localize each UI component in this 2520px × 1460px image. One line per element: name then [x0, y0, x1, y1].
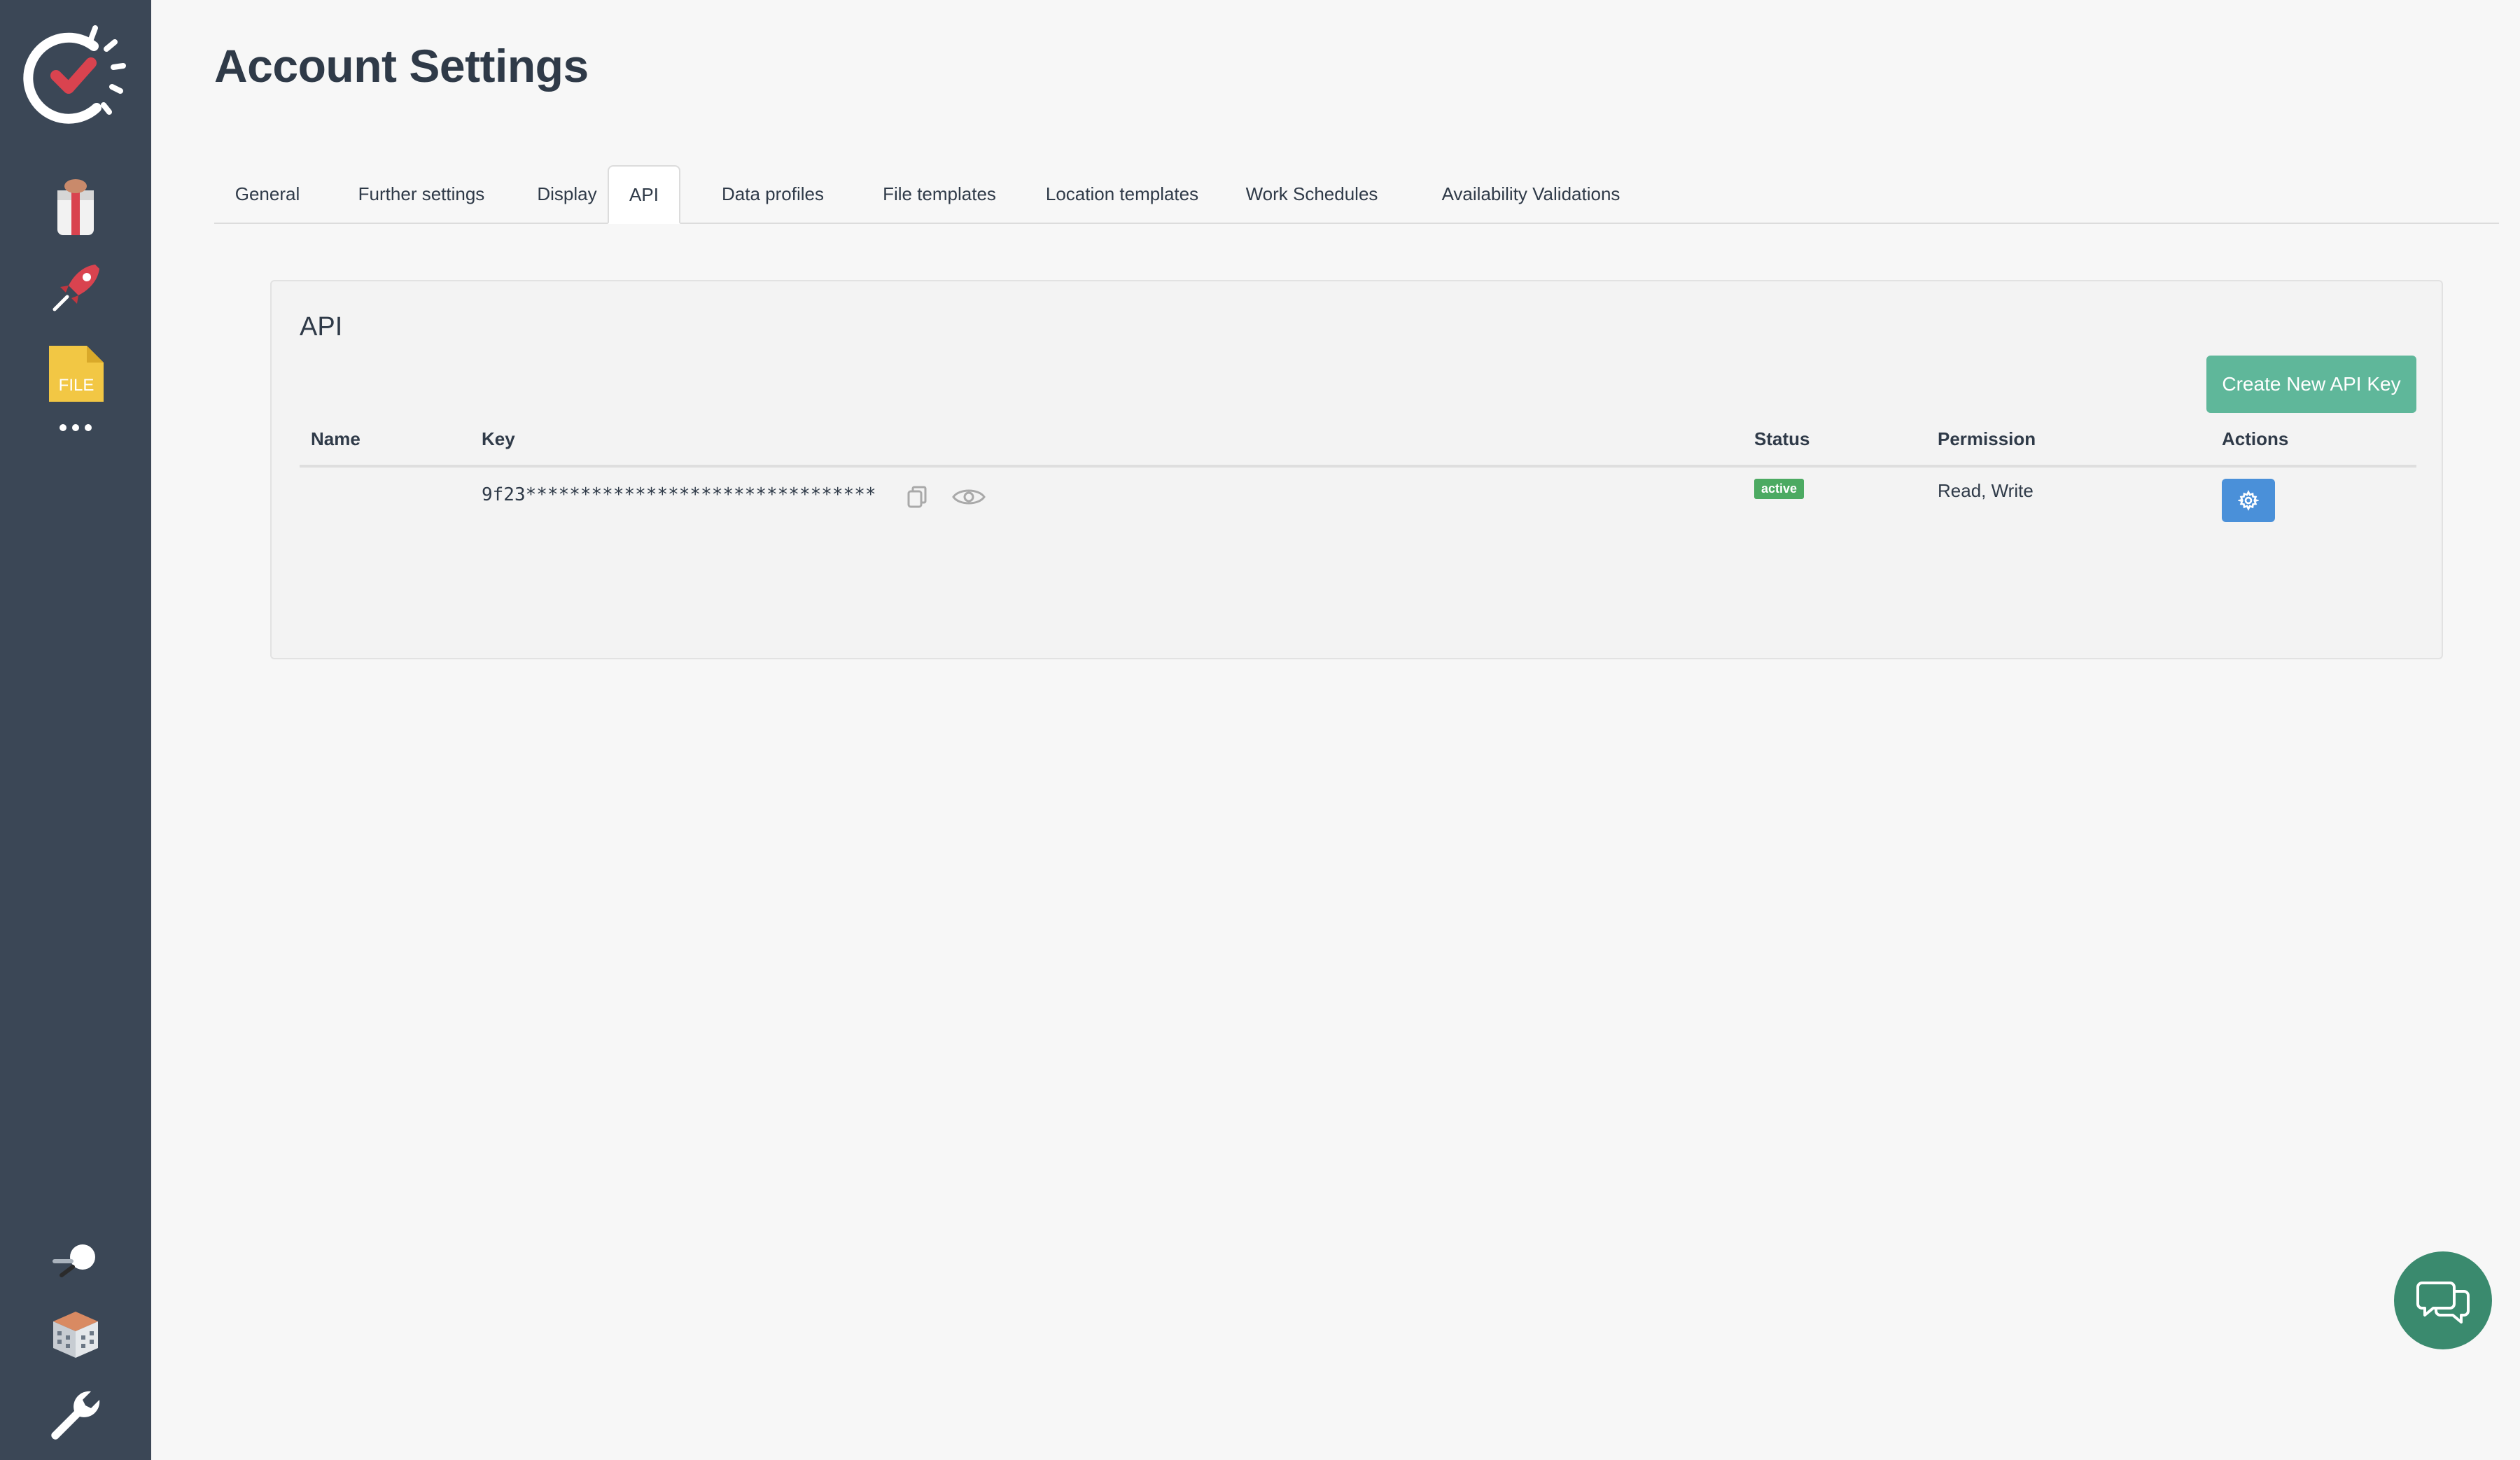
settings-tabs: General Further settings Display API Dat… — [214, 165, 2499, 224]
tab-data-profiles[interactable]: Data profiles — [692, 165, 854, 223]
gear-icon — [2238, 490, 2259, 511]
tab-display[interactable]: Display — [515, 165, 619, 223]
column-header-name: Name — [311, 428, 360, 449]
key-settings-button[interactable] — [2222, 479, 2275, 522]
tab-file-templates[interactable]: File templates — [850, 165, 1029, 223]
eye-icon[interactable] — [951, 483, 987, 511]
page-title: Account Settings — [214, 40, 589, 92]
file-icon[interactable]: FILE — [46, 344, 105, 403]
search-icon[interactable] — [50, 1239, 101, 1281]
table-header: Name Key Status Permission Actions — [300, 421, 2416, 468]
api-panel: API Create New API Key Name Key Status P… — [270, 280, 2443, 659]
app-root: FILE Account Settings General Further se… — [0, 0, 2520, 1460]
tab-further-settings[interactable]: Further settings — [329, 165, 514, 223]
permission-value: Read, Write — [1938, 480, 2033, 501]
panel-title: API — [300, 312, 343, 342]
rocket-icon[interactable] — [49, 259, 105, 315]
table-row: 9f23******************************** act… — [300, 468, 2416, 531]
more-icon[interactable] — [55, 417, 97, 438]
tab-availability-validations[interactable]: Availability Validations — [1382, 165, 1680, 223]
logo-icon[interactable] — [18, 18, 130, 130]
column-header-actions: Actions — [2222, 428, 2289, 449]
tab-general[interactable]: General — [214, 165, 321, 223]
column-header-status: Status — [1754, 428, 1810, 449]
copy-icon[interactable] — [903, 483, 931, 511]
chat-button[interactable] — [2394, 1251, 2492, 1349]
status-badge: active — [1754, 479, 1805, 499]
gift-icon[interactable] — [49, 175, 102, 238]
column-header-key: Key — [482, 428, 515, 449]
file-icon-label: FILE — [59, 376, 94, 395]
sidebar: FILE — [0, 0, 151, 1460]
wrench-icon[interactable] — [46, 1386, 105, 1445]
tab-api[interactable]: API — [608, 165, 680, 224]
building-icon[interactable] — [52, 1310, 99, 1359]
chat-icon — [2416, 1282, 2470, 1324]
create-api-key-button[interactable]: Create New API Key — [2206, 356, 2416, 413]
api-key-value: 9f23******************************** — [482, 484, 876, 505]
column-header-permission: Permission — [1938, 428, 2036, 449]
